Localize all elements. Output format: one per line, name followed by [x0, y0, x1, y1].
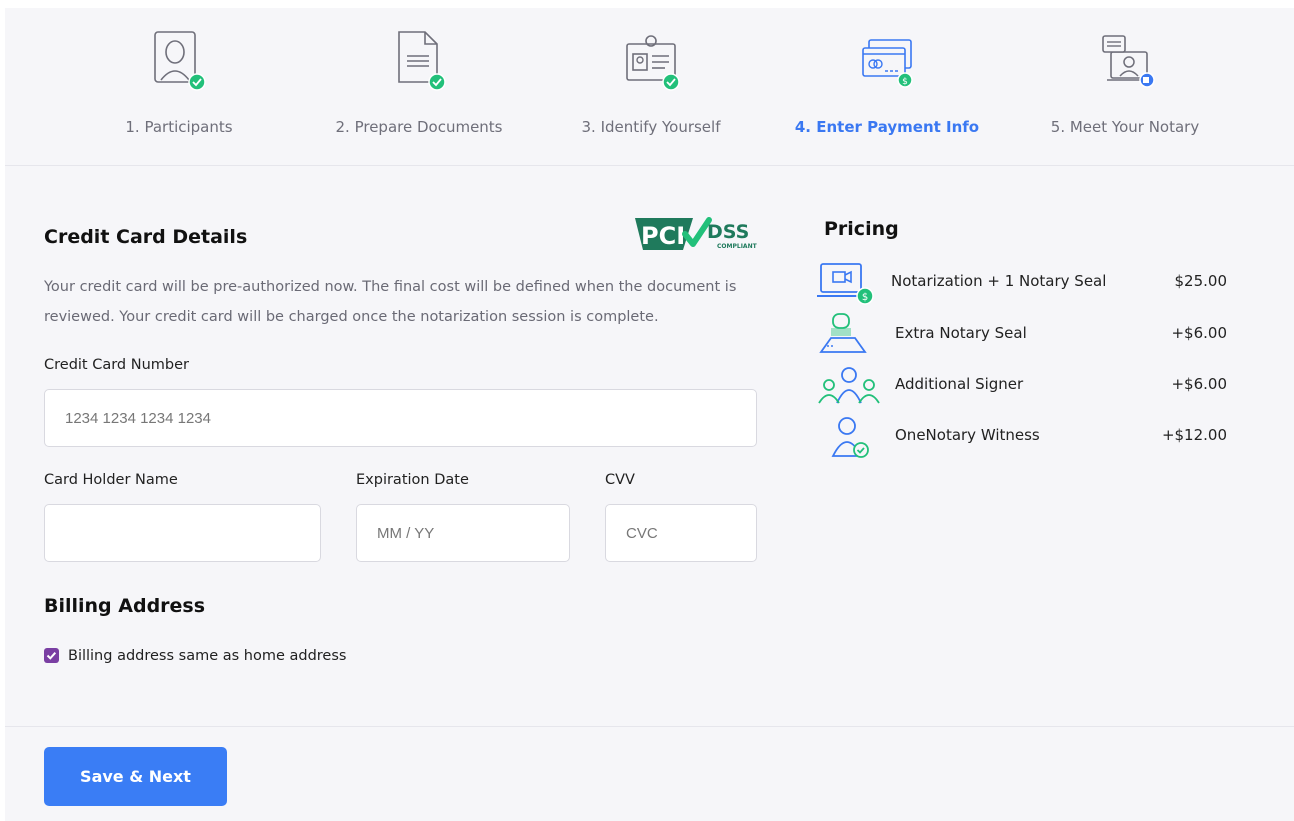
footer-divider — [5, 726, 1294, 727]
billing-same-label[interactable]: Billing address same as home address — [68, 648, 346, 664]
svg-text:COMPLIANT: COMPLIANT — [717, 243, 758, 250]
laptop-video-dollar-icon: $ — [817, 263, 874, 305]
group-signers-icon — [818, 367, 880, 404]
price-item-value: +$6.00 — [1171, 324, 1227, 342]
cvv-label: CVV — [605, 472, 635, 488]
credit-card-title: Credit Card Details — [44, 226, 248, 248]
document-icon — [398, 31, 446, 91]
svg-text:PCI: PCI — [641, 222, 685, 250]
checkmark-icon — [46, 652, 57, 660]
save-and-next-button[interactable]: Save & Next — [44, 747, 227, 806]
svg-text:DSS: DSS — [707, 221, 749, 243]
price-item-value: +$6.00 — [1171, 375, 1227, 393]
step-label: 2. Prepare Documents — [335, 118, 503, 136]
card-number-label: Credit Card Number — [44, 357, 189, 373]
preauth-description: Your credit card will be pre-authorized … — [44, 279, 737, 325]
svg-text:$: $ — [862, 292, 868, 303]
step-label: 5. Meet Your Notary — [1050, 118, 1200, 136]
price-item-name: Notarization + 1 Notary Seal — [891, 272, 1107, 290]
billing-same-checkbox[interactable] — [44, 648, 59, 663]
step-identify-yourself[interactable]: 3. Identify Yourself — [551, 22, 751, 136]
video-meeting-icon — [1102, 35, 1155, 88]
price-row: OneNotary Witness +$12.00 — [817, 414, 1227, 460]
svg-text:$: $ — [902, 77, 908, 87]
step-participants[interactable]: 1. Participants — [79, 22, 279, 136]
price-row: Extra Notary Seal +$6.00 — [817, 312, 1227, 358]
id-badge-icon — [626, 35, 680, 91]
participant-portrait-icon — [154, 31, 206, 91]
expiration-date-input[interactable] — [356, 504, 570, 562]
cvv-input[interactable] — [605, 504, 757, 562]
step-meet-your-notary[interactable]: 5. Meet Your Notary — [1025, 22, 1225, 136]
credit-card-payment-icon: $ — [862, 39, 913, 88]
billing-address-title: Billing Address — [44, 595, 206, 617]
price-item-value: +$12.00 — [1161, 426, 1227, 444]
card-number-input[interactable] — [44, 389, 757, 447]
step-prepare-documents[interactable]: 2. Prepare Documents — [319, 22, 519, 136]
step-label: 3. Identify Yourself — [581, 118, 721, 136]
price-item-name: Additional Signer — [895, 375, 1024, 393]
price-item-name: Extra Notary Seal — [895, 324, 1027, 342]
card-holder-label: Card Holder Name — [44, 472, 178, 488]
step-enter-payment-info[interactable]: $ 4. Enter Payment Info — [787, 22, 987, 136]
notary-stamp-icon — [819, 313, 867, 353]
step-label: 1. Participants — [125, 118, 233, 136]
pricing-title: Pricing — [824, 218, 899, 240]
witness-person-check-icon — [831, 417, 869, 458]
pci-dss-compliant-logo: PCI DSS COMPLIANT — [635, 217, 758, 250]
page-frame: 1. Participants 2. Prepare Documents 3. … — [5, 8, 1294, 821]
price-row: $ Notarization + 1 Notary Seal $25.00 — [817, 260, 1227, 306]
price-item-name: OneNotary Witness — [895, 426, 1040, 444]
step-label: 4. Enter Payment Info — [794, 118, 980, 136]
card-holder-input[interactable] — [44, 504, 321, 562]
price-item-value: $25.00 — [1174, 272, 1228, 290]
progress-stepper: 1. Participants 2. Prepare Documents 3. … — [5, 8, 1294, 166]
price-row: Additional Signer +$6.00 — [817, 363, 1227, 409]
expiration-date-label: Expiration Date — [356, 472, 469, 488]
